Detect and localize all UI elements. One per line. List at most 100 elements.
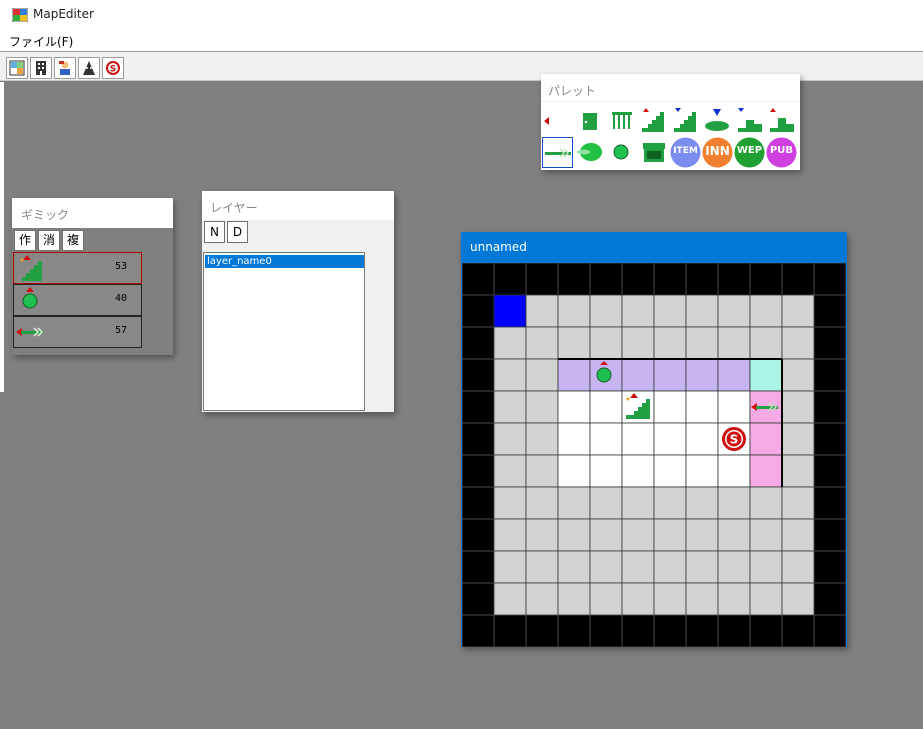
- map-tile[interactable]: [781, 582, 815, 616]
- map-tile[interactable]: [685, 518, 719, 552]
- map-tile[interactable]: [462, 294, 495, 328]
- map-tile[interactable]: [557, 550, 591, 584]
- toolbar-character-button[interactable]: [54, 57, 76, 79]
- map-tile[interactable]: [462, 358, 495, 392]
- map-tile[interactable]: [749, 518, 783, 552]
- map-tile[interactable]: [621, 550, 655, 584]
- map-tile[interactable]: [685, 326, 719, 360]
- palette-tile-hole-down[interactable]: [702, 106, 733, 137]
- map-tile[interactable]: [589, 518, 623, 552]
- map-tile[interactable]: [717, 263, 751, 296]
- map-tile[interactable]: [621, 582, 655, 616]
- layer-new-button[interactable]: N: [204, 221, 225, 243]
- map-tile[interactable]: [781, 358, 815, 392]
- map-tile[interactable]: [493, 422, 527, 456]
- map-tile[interactable]: [717, 486, 751, 520]
- map-tile[interactable]: [749, 422, 783, 456]
- palette-tile-chest[interactable]: [638, 137, 669, 168]
- map-tile[interactable]: [781, 294, 815, 328]
- palette-tile-step-up[interactable]: [766, 106, 797, 137]
- map-tile[interactable]: [621, 518, 655, 552]
- map-tile[interactable]: [717, 454, 751, 488]
- palette-tile-gate[interactable]: [606, 106, 637, 137]
- map-tile[interactable]: [462, 486, 495, 520]
- layer-delete-button[interactable]: D: [227, 221, 248, 243]
- map-tile[interactable]: [781, 550, 815, 584]
- map-tile[interactable]: [589, 294, 623, 328]
- map-tile[interactable]: [557, 454, 591, 488]
- map-tile[interactable]: [781, 454, 815, 488]
- gimmick-create-button[interactable]: 作: [14, 230, 36, 251]
- map-tile[interactable]: [685, 614, 719, 647]
- map-tile[interactable]: [557, 486, 591, 520]
- toolbar-monster-button[interactable]: [78, 57, 100, 79]
- map-tile[interactable]: [462, 550, 495, 584]
- map-tile[interactable]: [685, 582, 719, 616]
- map-tile[interactable]: [653, 294, 687, 328]
- map-tile[interactable]: [462, 518, 495, 552]
- map-tile[interactable]: [462, 263, 495, 296]
- map-tile[interactable]: [653, 390, 687, 424]
- gimmick-item[interactable]: 40: [13, 284, 142, 316]
- map-tile[interactable]: [781, 390, 815, 424]
- map-tile[interactable]: [813, 422, 846, 456]
- map-tile[interactable]: [525, 454, 559, 488]
- palette-tile-step-down[interactable]: [734, 106, 765, 137]
- map-tile[interactable]: [621, 454, 655, 488]
- menu-file[interactable]: ファイル(F): [9, 33, 73, 50]
- map-tile[interactable]: [813, 326, 846, 360]
- palette-tile-stairs-down[interactable]: [670, 106, 701, 137]
- map-tile[interactable]: [749, 358, 783, 392]
- map-tile[interactable]: [493, 358, 527, 392]
- map-tile[interactable]: [589, 614, 623, 647]
- map-tile[interactable]: [717, 550, 751, 584]
- map-tile[interactable]: [653, 454, 687, 488]
- map-tile[interactable]: [653, 486, 687, 520]
- map-tile[interactable]: [685, 454, 719, 488]
- map-tile[interactable]: [525, 390, 559, 424]
- map-tile[interactable]: [717, 614, 751, 647]
- map-tile[interactable]: [462, 390, 495, 424]
- gimmick-copy-button[interactable]: 複: [62, 230, 84, 251]
- map-tile[interactable]: [557, 326, 591, 360]
- map-tile[interactable]: [621, 358, 655, 392]
- map-tile[interactable]: [462, 614, 495, 647]
- map-tile[interactable]: [493, 454, 527, 488]
- map-tile[interactable]: [685, 422, 719, 456]
- map-tile[interactable]: [653, 518, 687, 552]
- map-tile[interactable]: [749, 614, 783, 647]
- map-tile[interactable]: [717, 358, 751, 392]
- gimmick-item[interactable]: 57: [13, 316, 142, 348]
- map-tile[interactable]: [653, 422, 687, 456]
- map-tile[interactable]: [749, 263, 783, 296]
- map-tile[interactable]: [589, 422, 623, 456]
- palette-tile-item[interactable]: ITEM: [670, 137, 701, 168]
- map-tile[interactable]: [621, 263, 655, 296]
- map-tile[interactable]: [525, 294, 559, 328]
- map-tile[interactable]: [557, 518, 591, 552]
- palette-tile-arrow-marker[interactable]: [542, 106, 573, 137]
- map-tile[interactable]: [525, 486, 559, 520]
- map-tile[interactable]: [557, 294, 591, 328]
- map-tile[interactable]: [621, 422, 655, 456]
- map-tile[interactable]: [589, 486, 623, 520]
- map-tile[interactable]: [525, 326, 559, 360]
- map-tile[interactable]: [685, 486, 719, 520]
- layer-list-item[interactable]: layer_name0: [205, 255, 364, 268]
- gimmick-delete-button[interactable]: 消: [38, 230, 60, 251]
- stop-icon[interactable]: S: [722, 427, 746, 451]
- map-tile[interactable]: [462, 582, 495, 616]
- map-tile[interactable]: [525, 422, 559, 456]
- map-tile[interactable]: [525, 550, 559, 584]
- map-tile[interactable]: [781, 326, 815, 360]
- map-tile[interactable]: [589, 390, 623, 424]
- palette-tile-pub[interactable]: PUB: [766, 137, 797, 168]
- map-tile[interactable]: [717, 390, 751, 424]
- map-tile[interactable]: [813, 614, 846, 647]
- map-tile[interactable]: [685, 263, 719, 296]
- map-tile[interactable]: [813, 550, 846, 584]
- toolbar-building-button[interactable]: [30, 57, 52, 79]
- map-tile[interactable]: [493, 614, 527, 647]
- map-tile[interactable]: [653, 326, 687, 360]
- map-tile[interactable]: [685, 358, 719, 392]
